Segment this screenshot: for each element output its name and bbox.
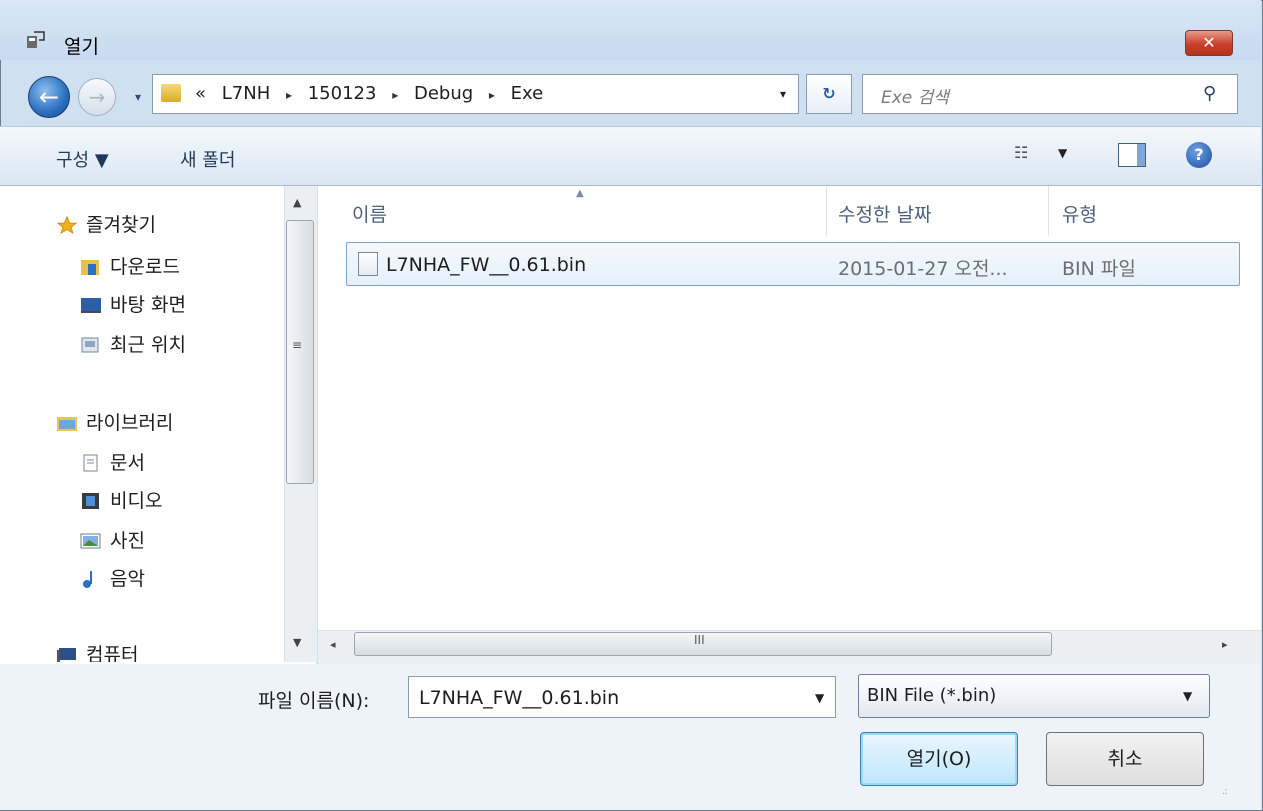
filename-value[interactable]: L7NHA_FW__0.61.bin	[419, 687, 619, 709]
folder-icon	[161, 84, 181, 102]
scroll-down-arrow-icon[interactable]: ▼	[293, 636, 301, 649]
search-placeholder[interactable]: Exe 검색	[881, 83, 949, 108]
close-button[interactable]: ✕	[1185, 30, 1233, 56]
videos-icon	[82, 493, 99, 509]
search-icon[interactable]: ⚲	[1203, 83, 1225, 105]
breadcrumb-separator-icon[interactable]: ▸	[489, 88, 495, 102]
help-icon[interactable]: ?	[1186, 142, 1212, 168]
sidebar-item-label: 음악	[110, 568, 145, 590]
breadcrumb-item[interactable]: 150123	[308, 83, 377, 104]
downloads-icon	[81, 260, 99, 275]
title-bar[interactable]	[0, 0, 1261, 60]
sidebar-item-label: 라이브러리	[86, 412, 174, 434]
address-dropdown-button[interactable]: ▾	[770, 76, 796, 110]
libraries-icon	[57, 417, 77, 431]
music-icon	[83, 571, 92, 588]
column-header-type[interactable]: 유형	[1062, 200, 1097, 227]
open-button[interactable]: 열기(O)	[860, 732, 1018, 786]
file-type-dropdown-icon[interactable]: ▼	[1183, 689, 1192, 703]
sidebar-item-label: 바탕 화면	[110, 294, 186, 316]
organize-button[interactable]: 구성 ▼	[56, 146, 109, 172]
search-box[interactable]: Exe 검색 ⚲	[862, 74, 1238, 114]
sidebar-item-label: 즐겨찾기	[86, 214, 156, 236]
sidebar-item-pictures[interactable]: 사진	[80, 526, 145, 553]
sidebar-item-libraries[interactable]: 라이브러리	[56, 408, 173, 435]
pictures-icon	[80, 533, 101, 549]
desktop-icon	[81, 298, 101, 313]
sidebar-item-videos[interactable]: 비디오	[80, 486, 162, 513]
breadcrumb-separator-icon[interactable]: ▸	[286, 88, 292, 102]
sort-ascending-icon: ▲	[576, 188, 584, 199]
scroll-right-arrow-icon[interactable]: ▸	[1222, 638, 1228, 651]
file-name[interactable]: L7NHA_FW__0.61.bin	[386, 254, 586, 276]
sidebar-item-computer[interactable]: 컴퓨터	[56, 640, 138, 662]
computer-icon	[57, 648, 76, 662]
view-options-dropdown[interactable]: ▼	[1058, 146, 1067, 160]
filename-input[interactable]: L7NHA_FW__0.61.bin ▼	[408, 676, 836, 718]
sidebar-item-recent-places[interactable]: 최근 위치	[80, 330, 186, 357]
refresh-button[interactable]: ↻	[806, 74, 852, 114]
recent-pages-dropdown[interactable]: ▾	[128, 90, 148, 106]
breadcrumb-separator-icon[interactable]: ▸	[392, 88, 398, 102]
column-divider[interactable]	[826, 186, 827, 236]
sidebar-item-label: 다운로드	[110, 256, 180, 278]
app-icon	[27, 31, 45, 48]
file-type-value[interactable]: BIN File (*.bin)	[867, 685, 996, 706]
resize-grip-icon[interactable]: .:	[1222, 786, 1227, 797]
breadcrumb-item[interactable]: L7NH	[222, 83, 270, 104]
sidebar-item-downloads[interactable]: 다운로드	[80, 252, 180, 279]
sidebar-item-documents[interactable]: 문서	[80, 448, 145, 475]
sidebar-item-label: 비디오	[110, 490, 163, 512]
file-type-select[interactable]: BIN File (*.bin) ▼	[858, 674, 1210, 718]
back-button[interactable]: ←	[28, 76, 70, 118]
scroll-up-arrow-icon[interactable]: ▲	[293, 196, 301, 209]
cancel-button[interactable]: 취소	[1046, 732, 1204, 786]
forward-button[interactable]: →	[78, 78, 116, 116]
documents-icon	[83, 454, 98, 472]
breadcrumb-item[interactable]: Debug	[414, 83, 473, 104]
sidebar-item-label: 최근 위치	[110, 334, 186, 356]
preview-pane-icon[interactable]	[1118, 143, 1146, 167]
sidebar-item-label: 문서	[110, 452, 145, 474]
scrollbar-thumb[interactable]	[286, 220, 314, 484]
recent-places-icon	[81, 337, 99, 353]
star-icon	[56, 216, 78, 234]
sidebar-item-desktop[interactable]: 바탕 화면	[80, 290, 186, 317]
sidebar-item-label: 컴퓨터	[86, 644, 139, 662]
scroll-left-arrow-icon[interactable]: ◂	[330, 638, 336, 651]
change-view-icon[interactable]: ☷	[1014, 143, 1036, 165]
column-divider[interactable]	[1048, 186, 1049, 236]
column-header-name[interactable]: 이름	[352, 200, 387, 227]
grip-icon: III	[694, 633, 705, 647]
filename-dropdown-icon[interactable]: ▼	[815, 691, 824, 705]
sidebar-item-music[interactable]: 음악	[80, 564, 145, 591]
file-type: BIN 파일	[1062, 258, 1136, 280]
file-date-modified: 2015-01-27 오전...	[838, 258, 1008, 280]
breadcrumb-item[interactable]: Exe	[511, 83, 544, 104]
new-folder-button[interactable]: 새 폴더	[180, 146, 235, 172]
column-header-date-modified[interactable]: 수정한 날짜	[838, 200, 931, 227]
filename-label: 파일 이름(N):	[258, 690, 370, 712]
address-bar[interactable]: « L7NH ▸ 150123 ▸ Debug ▸ Exe	[152, 74, 799, 114]
grip-icon: ≡	[292, 338, 303, 352]
breadcrumb-overflow[interactable]: «	[195, 83, 206, 104]
file-icon	[358, 252, 378, 276]
window-title: 열기	[64, 36, 99, 58]
sidebar-item-favorites[interactable]: 즐겨찾기	[56, 210, 156, 237]
sidebar-item-label: 사진	[110, 530, 145, 552]
breadcrumb: « L7NH ▸ 150123 ▸ Debug ▸ Exe	[195, 83, 553, 104]
